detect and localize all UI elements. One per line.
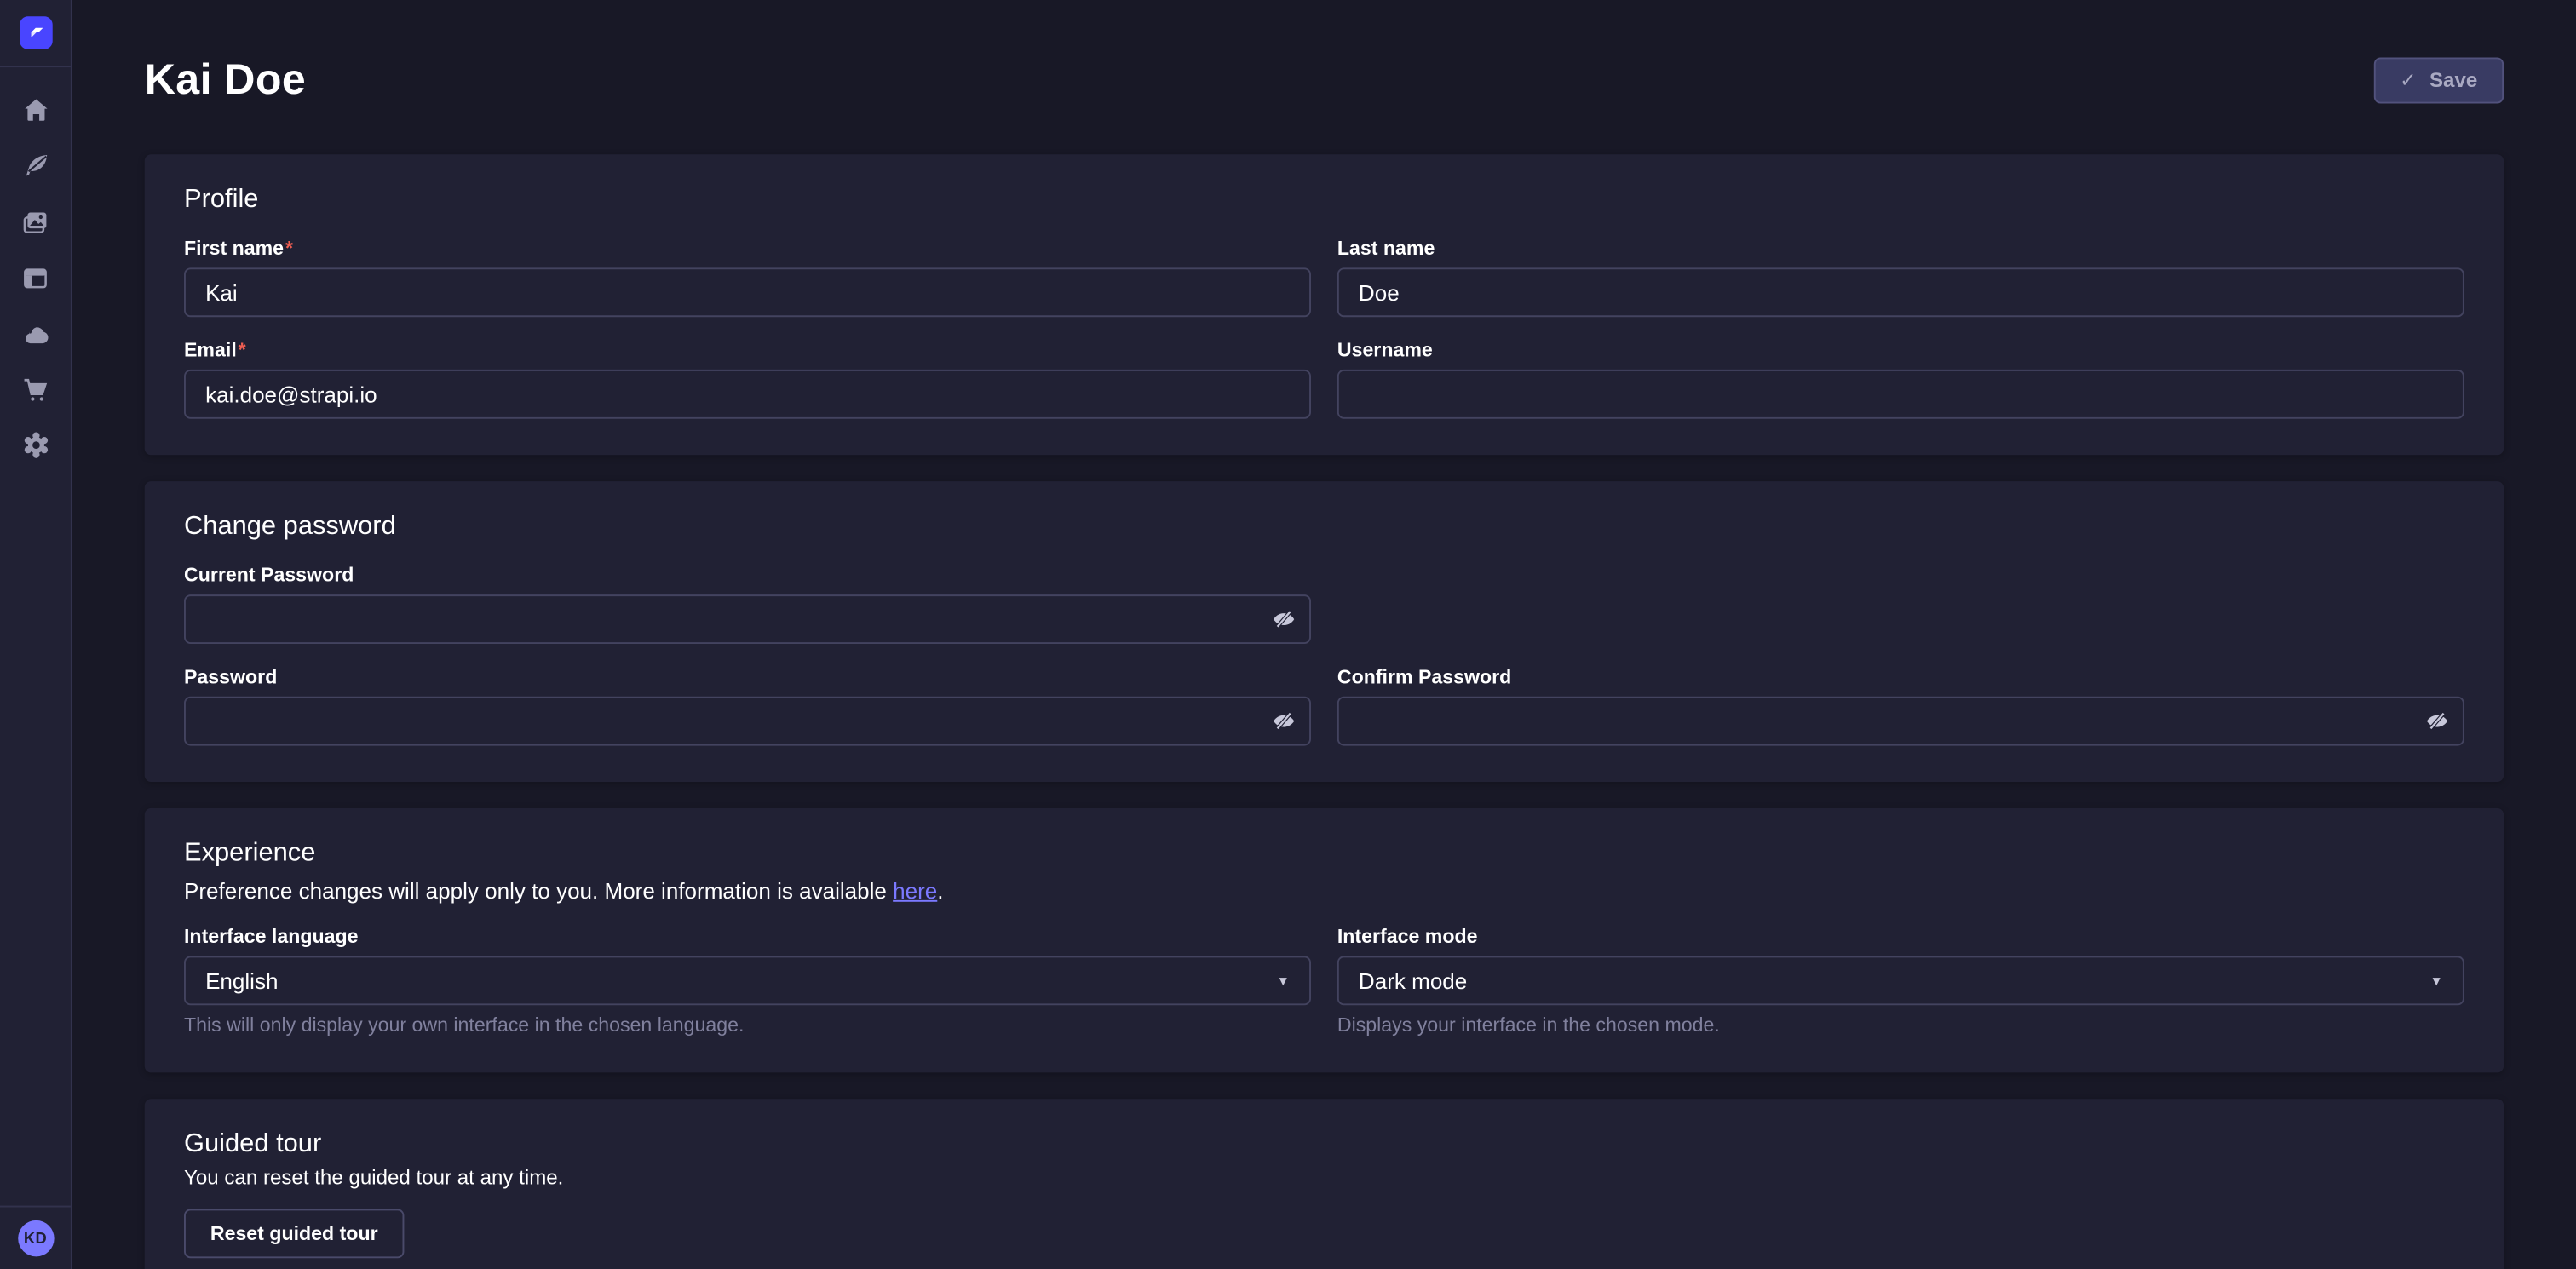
eye-slash-icon — [1272, 709, 1297, 733]
email-input[interactable] — [184, 370, 1311, 419]
content-manager-feather-icon — [22, 152, 49, 179]
email-label: Email* — [184, 338, 1311, 361]
first-name-input[interactable] — [184, 267, 1311, 317]
new-password-input[interactable] — [184, 697, 1311, 746]
toggle-current-password-visibility-button[interactable] — [1272, 607, 1297, 632]
interface-language-value: English — [205, 968, 278, 993]
app-window: KD Kai Doe ✓ Save Profile First name* La… — [0, 0, 2576, 1269]
sidebar-nav — [0, 67, 71, 1205]
sidebar-item-cloud[interactable] — [0, 306, 72, 362]
reset-guided-tour-button[interactable]: Reset guided tour — [184, 1209, 404, 1258]
eye-slash-icon — [1272, 607, 1297, 632]
required-asterisk: * — [285, 237, 293, 260]
sidebar-footer: KD — [0, 1206, 71, 1269]
email-field-group: Email* — [184, 338, 1311, 419]
settings-gear-icon — [20, 430, 50, 460]
chevron-down-icon: ▼ — [2430, 973, 2443, 988]
marketplace-cart-icon — [21, 376, 49, 404]
interface-mode-label: Interface mode — [1337, 925, 2464, 948]
interface-mode-select[interactable]: Dark mode ▼ — [1337, 956, 2464, 1005]
chevron-down-icon: ▼ — [1277, 973, 1290, 988]
last-name-label: Last name — [1337, 237, 2464, 260]
sidebar-item-marketplace[interactable] — [0, 361, 72, 417]
current-password-field-group: Current Password — [184, 563, 1311, 643]
sidebar-item-home[interactable] — [0, 82, 72, 138]
username-input[interactable] — [1337, 370, 2464, 419]
confirm-password-field-group: Confirm Password — [1337, 665, 2464, 746]
sidebar-item-media-library[interactable] — [0, 194, 72, 250]
content-type-builder-icon — [21, 264, 49, 292]
page-title: Kai Doe — [145, 55, 306, 106]
interface-language-field-group: Interface language English ▼ This will o… — [184, 925, 1311, 1036]
required-asterisk: * — [239, 338, 246, 361]
experience-card: Experience Preference changes will apply… — [145, 808, 2504, 1072]
sidebar: KD — [0, 0, 72, 1269]
page-header: Kai Doe ✓ Save — [145, 0, 2504, 105]
confirm-password-input[interactable] — [1337, 697, 2464, 746]
first-name-label: First name* — [184, 237, 1311, 260]
strapi-logo-icon[interactable] — [19, 16, 52, 49]
profile-card: Profile First name* Last name Email* Use… — [145, 154, 2504, 455]
media-library-icon — [21, 208, 49, 236]
last-name-field-group: Last name — [1337, 237, 2464, 317]
change-password-card: Change password Current Password — [145, 481, 2504, 782]
cloud-icon — [20, 319, 50, 348]
interface-language-label: Interface language — [184, 925, 1311, 948]
confirm-password-label: Confirm Password — [1337, 665, 2464, 688]
eye-slash-icon — [2425, 709, 2450, 733]
interface-mode-hint: Displays your interface in the chosen mo… — [1337, 1013, 2464, 1036]
interface-mode-value: Dark mode — [1359, 968, 1467, 993]
sidebar-item-content-manager[interactable] — [0, 138, 72, 194]
profile-card-title: Profile — [184, 186, 2464, 215]
interface-language-hint: This will only display your own interfac… — [184, 1013, 1311, 1036]
guided-tour-card: Guided tour You can reset the guided tou… — [145, 1099, 2504, 1269]
current-password-input[interactable] — [184, 594, 1311, 644]
user-avatar[interactable]: KD — [17, 1220, 53, 1256]
username-label: Username — [1337, 338, 2464, 361]
username-field-group: Username — [1337, 338, 2464, 419]
guided-tour-description: You can reset the guided tour at any tim… — [184, 1166, 2464, 1189]
guided-tour-card-title: Guided tour — [184, 1130, 2464, 1160]
change-password-card-title: Change password — [184, 513, 2464, 543]
last-name-input[interactable] — [1337, 267, 2464, 317]
logo-section — [0, 0, 71, 67]
interface-mode-field-group: Interface mode Dark mode ▼ Displays your… — [1337, 925, 2464, 1036]
first-name-field-group: First name* — [184, 237, 1311, 317]
interface-language-select[interactable]: English ▼ — [184, 956, 1311, 1005]
save-button[interactable]: ✓ Save — [2373, 57, 2504, 103]
new-password-field-group: Password — [184, 665, 1311, 746]
toggle-confirm-password-visibility-button[interactable] — [2425, 709, 2450, 733]
more-information-link[interactable]: here — [893, 879, 937, 904]
toggle-new-password-visibility-button[interactable] — [1272, 709, 1297, 733]
main-content: Kai Doe ✓ Save Profile First name* Last … — [72, 0, 2576, 1269]
save-button-label: Save — [2429, 68, 2477, 91]
sidebar-item-settings[interactable] — [0, 417, 72, 474]
current-password-label: Current Password — [184, 563, 1311, 586]
experience-card-title: Experience — [184, 839, 2464, 869]
new-password-label: Password — [184, 665, 1311, 688]
home-icon — [22, 97, 49, 123]
checkmark-icon: ✓ — [2400, 70, 2416, 89]
sidebar-item-content-type-builder[interactable] — [0, 250, 72, 306]
experience-description: Preference changes will apply only to yo… — [184, 879, 2464, 904]
